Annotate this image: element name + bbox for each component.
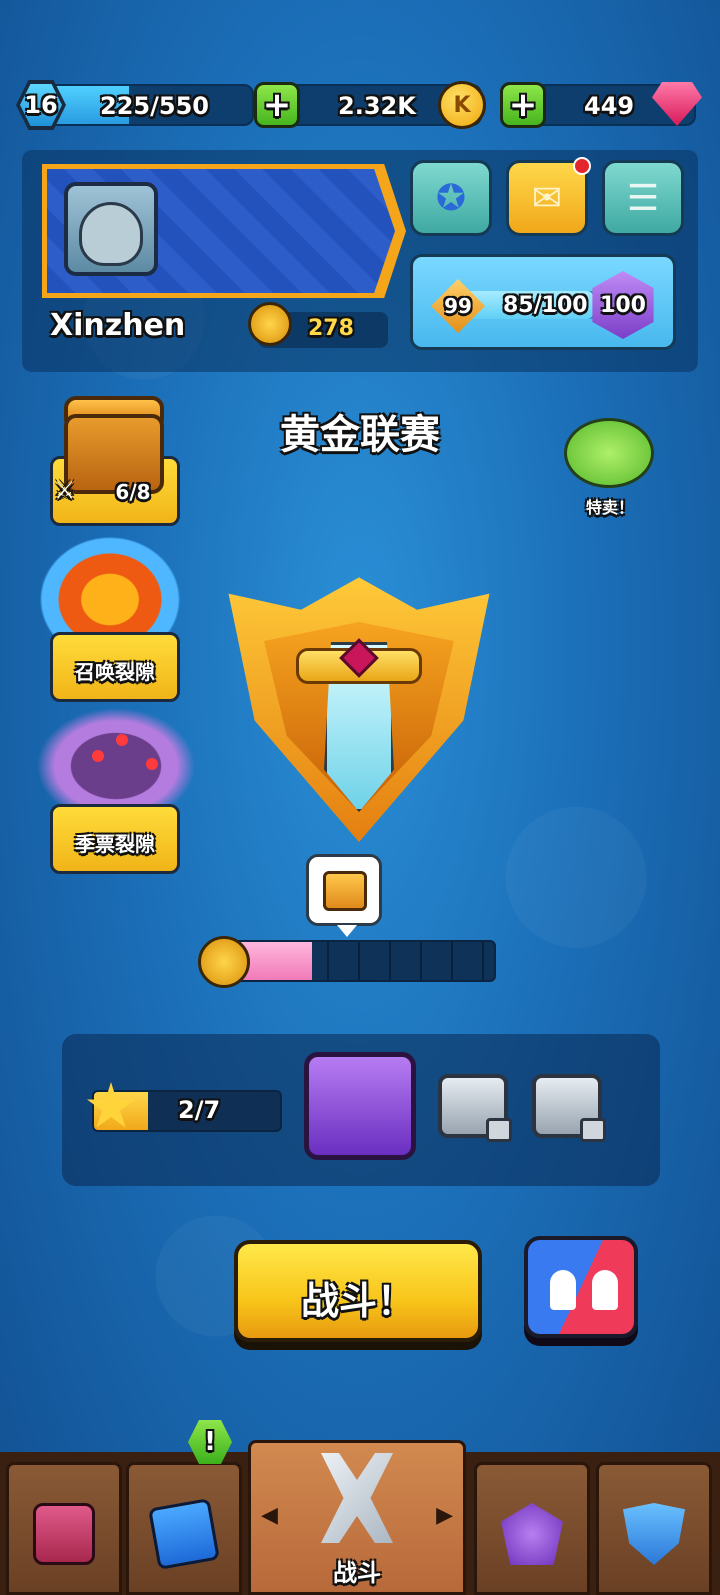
notification-dot xyxy=(573,157,591,175)
progress-divider xyxy=(482,942,484,980)
cards-icon xyxy=(148,1498,220,1570)
lock-icon xyxy=(486,1118,512,1142)
locked-chest-icon xyxy=(532,1074,606,1142)
level-value: 16 xyxy=(20,84,62,126)
resource-bar: 225/550 16 2.32K + K 449 + xyxy=(16,80,706,130)
menu-icon: ☰ xyxy=(626,177,660,219)
trophy-medal-icon xyxy=(248,302,292,346)
chest-progress-panel: 2/7 xyxy=(62,1034,660,1186)
player-icon xyxy=(592,1270,618,1310)
verified-badge-icon: ✪ xyxy=(435,177,467,219)
crown-badge-icon: 99 xyxy=(431,279,485,333)
goblin-merchant-icon xyxy=(564,418,654,488)
creature-eye xyxy=(116,734,128,746)
star-progress-value: 2/7 xyxy=(178,1096,221,1124)
league-medal-icon xyxy=(198,936,250,988)
battle-button-label: 战斗！ xyxy=(300,1279,415,1323)
battle-button[interactable]: 战斗！ xyxy=(234,1240,482,1342)
tab-battle[interactable]: ◀ ▶ 战斗 xyxy=(248,1440,466,1595)
coin-icon: K xyxy=(438,81,486,129)
add-gems-button[interactable]: + xyxy=(500,82,546,128)
gem-value: 449 xyxy=(584,92,635,120)
mail-icon: ✉ xyxy=(531,177,563,219)
mail-button[interactable]: ✉ xyxy=(506,157,591,236)
progress-divider xyxy=(420,942,422,980)
avatar-helmet-icon xyxy=(79,202,143,266)
locked-chest-icon xyxy=(438,1074,512,1142)
nav-right-arrow-icon: ▶ xyxy=(436,1503,453,1528)
progress-divider xyxy=(358,942,360,980)
trophy-value: 278 xyxy=(308,316,354,341)
tab-shop[interactable] xyxy=(6,1462,122,1595)
creature-eye xyxy=(92,750,104,762)
progress-divider xyxy=(327,942,329,980)
creature-eye xyxy=(146,758,158,770)
clan-shield-icon xyxy=(623,1503,685,1565)
tab-battle-label: 战斗 xyxy=(333,1559,381,1587)
lock-icon xyxy=(580,1118,606,1142)
next-crown-badge-icon: 100 xyxy=(592,271,654,339)
league-shield-emblem[interactable] xyxy=(214,572,504,842)
tab-clan[interactable] xyxy=(596,1462,712,1595)
league-reward-bubble[interactable] xyxy=(306,854,382,937)
xp-value: 225/550 xyxy=(100,92,209,120)
coin-value: 2.32K xyxy=(338,92,416,120)
achievements-button[interactable]: ✪ xyxy=(410,160,492,236)
username: Xinzhen xyxy=(50,308,186,343)
add-coins-button[interactable]: + xyxy=(254,82,300,128)
co-op-button[interactable] xyxy=(524,1236,638,1338)
reward-chest-icon xyxy=(323,871,367,911)
bottom-nav: ◀ ▶ 战斗 xyxy=(0,1440,720,1595)
star-badge-icon xyxy=(501,1503,563,1565)
tab-league[interactable] xyxy=(474,1462,590,1595)
crossed-swords-icon xyxy=(321,1453,393,1543)
shadow-creatures-icon xyxy=(26,700,206,820)
special-offer-label: 特卖！ xyxy=(585,498,634,517)
nav-left-arrow-icon: ◀ xyxy=(261,1503,278,1528)
season-pass-bar[interactable]: 85/100 99 100 xyxy=(410,254,676,350)
profile-panel: Xinzhen 278 ✪ ✉ ☰ 85/100 99 100 xyxy=(22,150,698,372)
progress-divider xyxy=(451,942,453,980)
chest-counter: 6/8 xyxy=(115,480,151,504)
tab-cards[interactable] xyxy=(126,1462,242,1595)
purple-chest-button[interactable] xyxy=(304,1052,416,1160)
shop-chest-icon xyxy=(33,1503,95,1565)
season-rift-label: 季票裂隙 xyxy=(75,832,155,856)
progress-divider xyxy=(389,942,391,980)
player-icon xyxy=(550,1270,576,1310)
league-progress-bar xyxy=(220,940,496,982)
special-offer-button[interactable]: 特卖！ xyxy=(550,404,670,524)
summon-rift-label: 召唤裂隙 xyxy=(75,660,155,684)
menu-button[interactable]: ☰ xyxy=(602,160,684,236)
avatar[interactable] xyxy=(64,182,158,276)
season-pass-progress-text: 85/100 xyxy=(503,293,588,318)
xp-bar: 225/550 xyxy=(42,84,254,126)
